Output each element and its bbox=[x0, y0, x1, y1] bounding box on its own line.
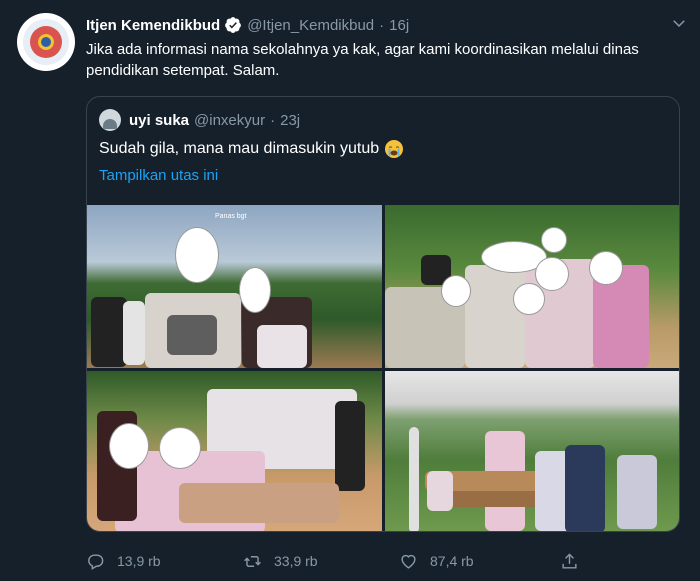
retweet-icon bbox=[244, 555, 261, 567]
photo-1[interactable]: Panas bgt bbox=[87, 205, 382, 368]
tweet-text: Jika ada informasi nama sekolahnya ya ka… bbox=[86, 41, 639, 79]
photo-2[interactable] bbox=[385, 205, 679, 368]
photo-4[interactable] bbox=[385, 371, 679, 531]
share-icon bbox=[562, 552, 577, 569]
user-avatar-icon bbox=[99, 109, 121, 131]
tweet-time[interactable]: 16j bbox=[389, 17, 409, 34]
quoted-author-name: uyi suka bbox=[129, 111, 190, 129]
quoted-author-handle: @inxekyur bbox=[194, 111, 266, 129]
retweet-button[interactable]: 33,9 rb bbox=[243, 550, 318, 572]
quoted-time: 23j bbox=[280, 111, 301, 129]
share-button[interactable] bbox=[560, 550, 591, 572]
separator: · bbox=[379, 16, 385, 34]
photo-caption: Panas bgt bbox=[215, 213, 247, 220]
like-count: 87,4 rb bbox=[430, 553, 474, 569]
retweet-count: 33,9 rb bbox=[274, 553, 318, 569]
author-avatar[interactable] bbox=[17, 13, 75, 71]
photo-grid: Panas bgt bbox=[87, 205, 679, 531]
show-thread-link[interactable]: Tampilkan utas ini bbox=[99, 167, 218, 184]
tweet-actions: 13,9 rb 33,9 rb 87,4 rb bbox=[86, 550, 686, 572]
reply-count: 13,9 rb bbox=[117, 553, 161, 569]
verified-badge-icon bbox=[224, 16, 242, 34]
photo-3[interactable] bbox=[87, 371, 382, 531]
crying-face-icon bbox=[384, 139, 404, 159]
quoted-header: uyi suka @inxekyur · 23j bbox=[99, 109, 300, 131]
reply-icon bbox=[88, 553, 104, 570]
quoted-text: Sudah gila, mana mau dimasukin yutub bbox=[99, 140, 380, 157]
kemendikbud-logo-icon bbox=[23, 19, 69, 65]
quoted-tweet[interactable]: uyi suka @inxekyur · 23j Sudah gila, man… bbox=[86, 96, 680, 532]
quoted-separator: · bbox=[270, 111, 276, 129]
like-button[interactable]: 87,4 rb bbox=[399, 550, 474, 572]
quoted-text-row: Sudah gila, mana mau dimasukin yutub bbox=[99, 139, 404, 159]
tweet[interactable]: Itjen Kemendikbud @Itjen_Kemdikbud · 16j… bbox=[0, 0, 700, 581]
author-name[interactable]: Itjen Kemendikbud bbox=[86, 17, 220, 34]
tweet-header: Itjen Kemendikbud @Itjen_Kemdikbud · 16j bbox=[86, 14, 409, 36]
chevron-down-icon[interactable] bbox=[670, 14, 688, 32]
reply-button[interactable]: 13,9 rb bbox=[86, 550, 161, 572]
heart-icon bbox=[401, 554, 416, 569]
author-handle[interactable]: @Itjen_Kemdikbud bbox=[247, 17, 374, 34]
